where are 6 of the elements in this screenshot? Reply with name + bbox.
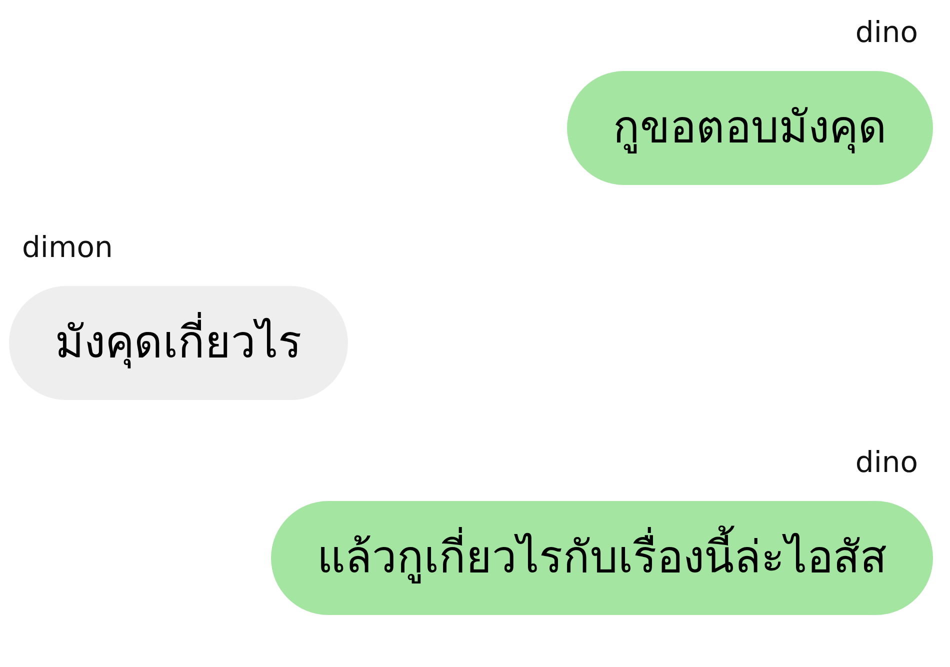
sender-name: dino	[855, 444, 918, 480]
message-bubble: แล้วกูเกี่ยวไรกับเรื่องนี้ล่ะไอสัส	[271, 501, 933, 615]
message-bubble: มังคุดเกี่ยวไร	[9, 286, 348, 400]
sender-name: dimon	[22, 229, 113, 265]
message-bubble: กูขอตอบมังคุด	[567, 71, 933, 185]
sender-name: dino	[855, 14, 918, 50]
